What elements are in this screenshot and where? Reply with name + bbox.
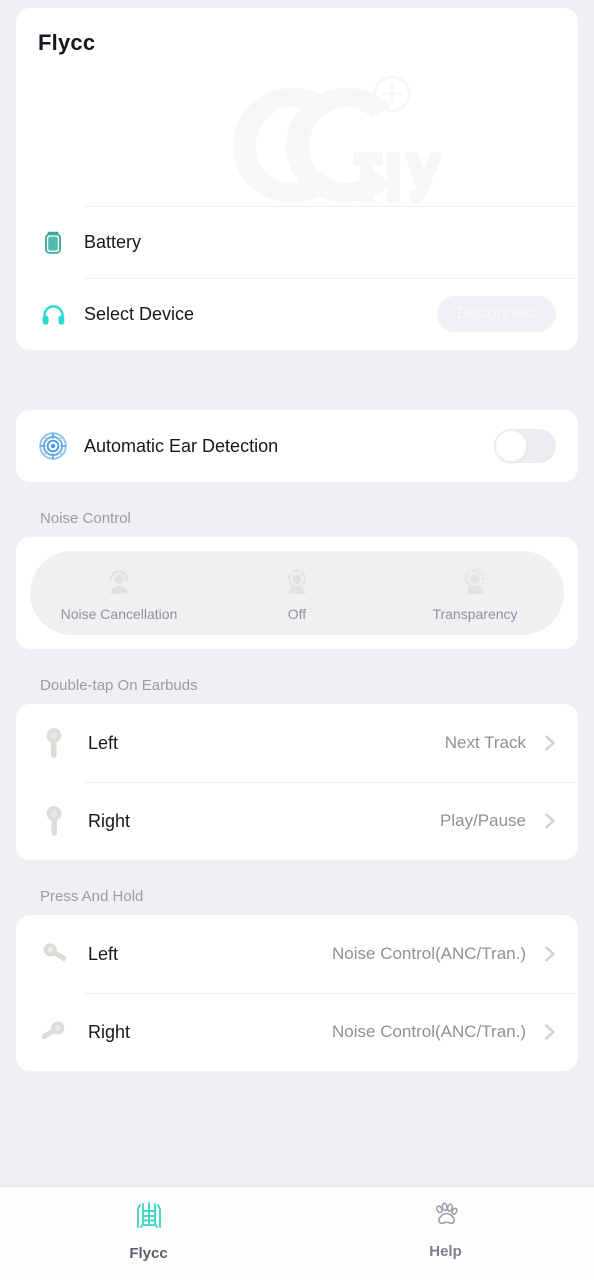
bottom-tab-bar: Flycc Help (0, 1186, 594, 1280)
tab-label: Help (429, 1243, 462, 1260)
battery-label: Battery (84, 231, 142, 252)
chevron-right-icon (538, 732, 560, 754)
ear-detection-card: Automatic Ear Detection (16, 410, 578, 482)
toggle-knob (495, 430, 527, 462)
chevron-right-icon (538, 1021, 560, 1043)
tab-flycc[interactable]: Flycc (0, 1199, 297, 1262)
press-and-hold-section-title: Press And Hold (40, 888, 144, 905)
segment-label: Noise Cancellation (60, 605, 178, 622)
noise-control-segmented[interactable]: Noise Cancellation Off Transparency (30, 551, 564, 635)
noise-control-card: Noise Cancellation Off Transparency (16, 537, 578, 649)
ear-detection-target-icon (38, 431, 68, 461)
action-name: Right (88, 1021, 131, 1042)
disconnect-button[interactable]: Disconnect (436, 296, 556, 332)
action-name: Right (88, 810, 131, 831)
action-name: Left (88, 732, 119, 753)
person-dotted-rays-icon (458, 565, 492, 602)
scroll-container[interactable]: Flycc Battery Select Device Disconnect A… (0, 0, 594, 1186)
segment-transparency[interactable]: Transparency (386, 565, 564, 622)
device-image-area (16, 56, 578, 206)
double-tap-card: Left Next Track Right Play/Pause (16, 704, 578, 860)
ear-detection-row[interactable]: Automatic Ear Detection (16, 410, 578, 482)
paw-print-icon (430, 1199, 462, 1236)
flycc-glyph-icon (132, 1199, 166, 1238)
action-name: Left (88, 943, 119, 964)
segment-off[interactable]: Off (208, 565, 386, 622)
tab-help[interactable]: Help (297, 1199, 594, 1260)
earbud-left-icon (38, 726, 70, 760)
earbud-tilted-left-icon (38, 937, 70, 971)
earbud-right-icon (38, 804, 70, 838)
segment-label: Transparency (432, 605, 518, 622)
action-value: Noise Control(ANC/Tran.) (332, 1022, 526, 1041)
battery-icon (38, 227, 68, 257)
segment-noise-cancellation[interactable]: Noise Cancellation (30, 565, 208, 622)
chevron-right-icon (538, 810, 560, 832)
ear-detection-toggle[interactable] (494, 429, 556, 463)
action-value: Next Track (444, 733, 526, 752)
earbud-tilted-right-icon (38, 1015, 70, 1049)
device-card: Flycc Battery Select Device Disconnect (16, 8, 578, 350)
press-hold-right-row[interactable]: Right Noise Control(ANC/Tran.) (16, 993, 578, 1071)
battery-row[interactable]: Battery (16, 206, 578, 278)
page-title: Flycc (38, 30, 96, 55)
segment-label: Off (287, 605, 307, 622)
person-dashed-ring-icon (280, 565, 314, 602)
action-value: Play/Pause (440, 811, 526, 830)
double-tap-right-row[interactable]: Right Play/Pause (16, 782, 578, 860)
press-hold-left-row[interactable]: Left Noise Control(ANC/Tran.) (16, 915, 578, 993)
headphones-icon (38, 299, 68, 329)
press-and-hold-card: Left Noise Control(ANC/Tran.) Right Nois… (16, 915, 578, 1071)
person-solid-ring-icon (102, 565, 136, 602)
app-screen: Flycc Battery Select Device Disconnect A… (0, 0, 594, 1280)
double-tap-left-row[interactable]: Left Next Track (16, 704, 578, 782)
action-value: Noise Control(ANC/Tran.) (332, 944, 526, 963)
noise-control-section-title: Noise Control (40, 510, 131, 527)
ear-detection-label: Automatic Ear Detection (84, 435, 279, 456)
double-tap-section-title: Double-tap On Earbuds (40, 677, 198, 694)
select-device-row[interactable]: Select Device Disconnect (16, 278, 578, 350)
tab-label: Flycc (129, 1245, 168, 1262)
chevron-right-icon (538, 943, 560, 965)
select-device-label: Select Device (84, 303, 195, 324)
